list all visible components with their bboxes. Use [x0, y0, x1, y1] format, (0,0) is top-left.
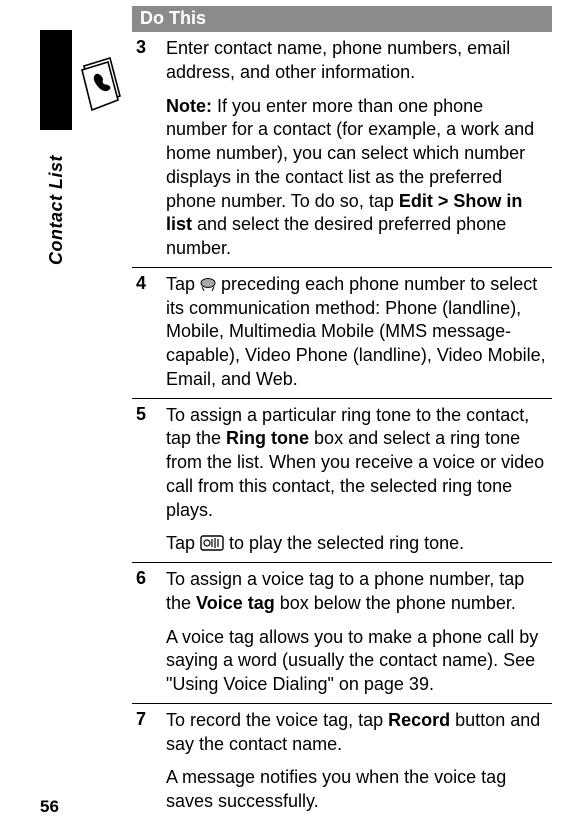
phone-type-icon	[200, 278, 216, 292]
side-black-block	[40, 30, 72, 135]
step-intro: Enter contact name, phone numbers, email…	[166, 37, 548, 85]
tab-label: Contact List	[46, 155, 67, 265]
step-note: Note: If you enter more than one phone n…	[166, 95, 548, 261]
step-number: 3	[136, 37, 166, 261]
step-row: 4 Tap preceding each phone number to sel…	[132, 268, 552, 399]
step-row: 7 To record the voice tag, tap Record bu…	[132, 704, 552, 820]
step-text: Enter contact name, phone numbers, email…	[166, 37, 548, 261]
play-rington-icon	[200, 535, 224, 551]
phone-book-icon	[80, 56, 122, 114]
section-tab: Contact List	[40, 130, 72, 290]
table-header: Do This	[132, 6, 552, 32]
step-row: 3 Enter contact name, phone numbers, ema…	[132, 32, 552, 268]
step-text: To record the voice tag, tap Record butt…	[166, 709, 548, 814]
step-text: Tap preceding each phone number to selec…	[166, 273, 548, 392]
step-number: 7	[136, 709, 166, 814]
step-text: To assign a particular ring tone to the …	[166, 404, 548, 557]
step-number: 4	[136, 273, 166, 392]
content-table: Do This 3 Enter contact name, phone numb…	[132, 6, 552, 820]
step-number: 6	[136, 568, 166, 697]
step-row: 6 To assign a voice tag to a phone numbe…	[132, 563, 552, 704]
step-text: To assign a voice tag to a phone number,…	[166, 568, 548, 697]
step-row: 5 To assign a particular ring tone to th…	[132, 399, 552, 564]
page-number: 56	[40, 797, 59, 817]
step-number: 5	[136, 404, 166, 557]
